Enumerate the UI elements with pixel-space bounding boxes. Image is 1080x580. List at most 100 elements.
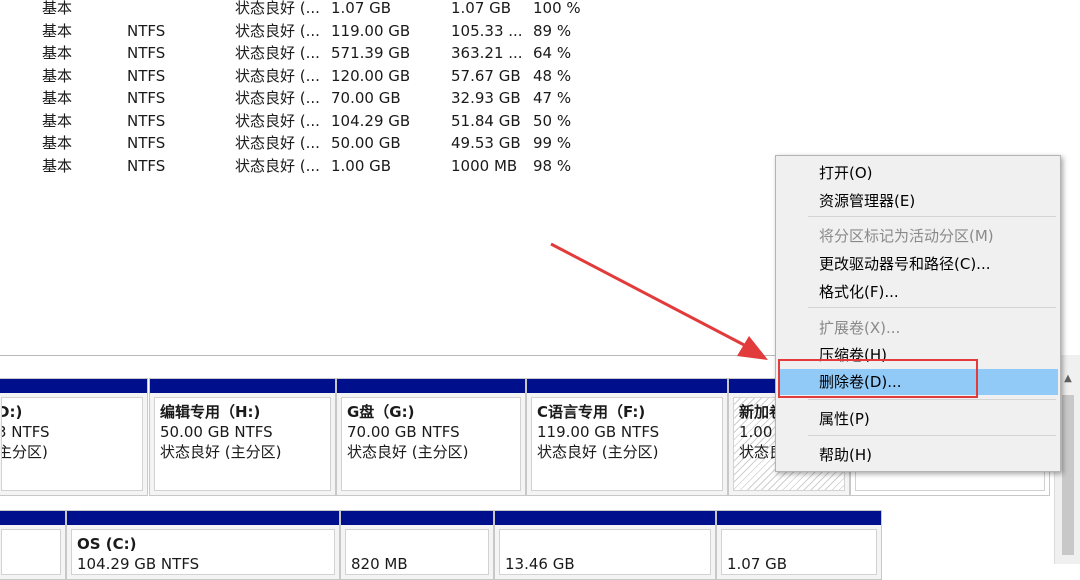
volume-filesystem: NTFS bbox=[127, 44, 166, 62]
scroll-thumb[interactable] bbox=[1062, 395, 1074, 555]
volume-row[interactable]: 基本 NTFS 状态良好 (... 104.29 GB 51.84 GB 50 … bbox=[0, 111, 700, 133]
volume-free-percent: 89 % bbox=[533, 22, 572, 40]
volume-filesystem: NTFS bbox=[127, 22, 166, 40]
volume-row[interactable]: 基本 状态良好 (... 1.07 GB 1.07 GB 100 % bbox=[0, 0, 700, 20]
volume-capacity: 1.07 GB bbox=[331, 0, 392, 17]
menu-item-extend-volume: 扩展卷(X)... bbox=[819, 319, 901, 337]
volume-status: 状态良好 (... bbox=[235, 157, 320, 175]
partition-size: 104.29 GB NTFS bbox=[77, 555, 200, 573]
volume-row[interactable]: 基本 NTFS 状态良好 (... 1.00 GB 1000 MB 98 % bbox=[0, 156, 700, 178]
volume-type: 基本 bbox=[42, 67, 73, 85]
partition-box: OS (C:) 104.29 GB NTFS bbox=[71, 529, 335, 575]
volume-free-percent: 64 % bbox=[533, 44, 572, 62]
volume-status: 状态良好 (... bbox=[235, 134, 320, 152]
volume-row[interactable]: 基本 NTFS 状态良好 (... 70.00 GB 32.93 GB 47 % bbox=[0, 88, 700, 110]
volume-filesystem: NTFS bbox=[127, 89, 166, 107]
partition-size: 3 NTFS bbox=[1, 423, 50, 441]
partition-bar bbox=[495, 511, 715, 525]
partition-g[interactable]: G盘（G:) 70.00 GB NTFS 状态良好 (主分区) bbox=[336, 378, 526, 496]
volume-row[interactable]: 基本 NTFS 状态良好 (... 119.00 GB 105.33 ... 8… bbox=[0, 21, 700, 43]
partition-status: 状态良好 (主分区) bbox=[160, 443, 282, 461]
volume-type: 基本 bbox=[42, 44, 73, 62]
menu-item-help[interactable]: 帮助(H) bbox=[778, 442, 1058, 468]
volume-free-percent: 99 % bbox=[533, 134, 572, 152]
partition-box bbox=[1, 529, 61, 575]
partition-title bbox=[505, 534, 705, 554]
volume-capacity: 104.29 GB bbox=[331, 112, 411, 130]
volume-filesystem: NTFS bbox=[127, 134, 166, 152]
volume-free: 1000 MB bbox=[451, 157, 518, 175]
partition-box: G盘（G:) 70.00 GB NTFS 状态良好 (主分区) bbox=[341, 397, 521, 491]
partition-title: G盘（G:) bbox=[347, 403, 415, 421]
partition-box: C语言专用（F:) 119.00 GB NTFS 状态良好 (主分区) bbox=[531, 397, 723, 491]
volume-free: 51.84 GB bbox=[451, 112, 521, 130]
volume-status: 状态良好 (... bbox=[235, 44, 320, 62]
menu-separator bbox=[808, 435, 1056, 436]
partition-size: 70.00 GB NTFS bbox=[347, 423, 460, 441]
volume-status: 状态良好 (... bbox=[235, 67, 320, 85]
partition-status: 状态良好 (主分区) bbox=[347, 443, 469, 461]
menu-item-shrink-volume[interactable]: 压缩卷(H) bbox=[778, 342, 1058, 368]
volume-free: 32.93 GB bbox=[451, 89, 521, 107]
partition-title: OS (C:) bbox=[77, 535, 137, 553]
volume-free-percent: 100 % bbox=[533, 0, 581, 17]
partition-title bbox=[727, 534, 871, 554]
partition-oem[interactable]: 13.46 GB bbox=[494, 510, 716, 580]
menu-item-delete-volume[interactable]: 删除卷(D)... bbox=[778, 369, 1058, 395]
volume-free: 1.07 GB bbox=[451, 0, 512, 17]
volume-free-percent: 47 % bbox=[533, 89, 572, 107]
volume-type: 基本 bbox=[42, 89, 73, 107]
partition-bar bbox=[67, 511, 339, 525]
partition-bar bbox=[0, 511, 65, 525]
menu-item-properties[interactable]: 属性(P) bbox=[778, 406, 1058, 432]
partition-bar bbox=[0, 379, 147, 393]
volume-type: 基本 bbox=[42, 22, 73, 40]
partition-size: 119.00 GB NTFS bbox=[537, 423, 660, 441]
volume-row[interactable]: 基本 NTFS 状态良好 (... 571.39 GB 363.21 ... 6… bbox=[0, 43, 700, 65]
volume-type: 基本 bbox=[42, 112, 73, 130]
partition-title: 编辑专用（H:) bbox=[160, 403, 261, 421]
context-menu: 打开(O) 资源管理器(E) 将分区标记为活动分区(M) 更改驱动器号和路径(C… bbox=[775, 155, 1061, 472]
partition-box: 1.07 GB bbox=[721, 529, 877, 575]
volume-type: 基本 bbox=[42, 134, 73, 152]
partition-d[interactable]: D:) 3 NTFS 主分区) bbox=[0, 378, 148, 496]
menu-separator bbox=[808, 216, 1056, 217]
volume-capacity: 70.00 GB bbox=[331, 89, 401, 107]
volume-free: 363.21 ... bbox=[451, 44, 523, 62]
volume-free-percent: 98 % bbox=[533, 157, 572, 175]
volume-row[interactable]: 基本 NTFS 状态良好 (... 120.00 GB 57.67 GB 48 … bbox=[0, 66, 700, 88]
volume-free: 57.67 GB bbox=[451, 67, 521, 85]
partition-last[interactable]: 1.07 GB bbox=[716, 510, 882, 580]
volume-status: 状态良好 (... bbox=[235, 0, 320, 17]
partition-system[interactable]: 820 MB bbox=[340, 510, 494, 580]
volume-row[interactable]: 基本 NTFS 状态良好 (... 50.00 GB 49.53 GB 99 % bbox=[0, 133, 700, 155]
partition-bar bbox=[527, 379, 727, 393]
volume-capacity: 120.00 GB bbox=[331, 67, 411, 85]
menu-item-format[interactable]: 格式化(F)... bbox=[778, 279, 1058, 305]
volume-capacity: 50.00 GB bbox=[331, 134, 401, 152]
volume-type: 基本 bbox=[42, 157, 73, 175]
volume-status: 状态良好 (... bbox=[235, 89, 320, 107]
partition-f[interactable]: C语言专用（F:) 119.00 GB NTFS 状态良好 (主分区) bbox=[526, 378, 728, 496]
partition-status: 状态良好 (主分区) bbox=[537, 443, 659, 461]
partition-size: 13.46 GB bbox=[505, 555, 575, 573]
volume-free: 105.33 ... bbox=[451, 22, 523, 40]
menu-item-change-drive-letter[interactable]: 更改驱动器号和路径(C)... bbox=[778, 251, 1058, 277]
volume-free-percent: 48 % bbox=[533, 67, 572, 85]
volume-type: 基本 bbox=[42, 0, 73, 17]
partition-status: 主分区) bbox=[1, 443, 48, 461]
partition-bar bbox=[337, 379, 525, 393]
partition-recovery[interactable] bbox=[0, 510, 66, 580]
partition-h[interactable]: 编辑专用（H:) 50.00 GB NTFS 状态良好 (主分区) bbox=[149, 378, 336, 496]
partition-bar bbox=[717, 511, 881, 525]
volume-free-percent: 50 % bbox=[533, 112, 572, 130]
volume-filesystem: NTFS bbox=[127, 67, 166, 85]
partition-c[interactable]: OS (C:) 104.29 GB NTFS bbox=[66, 510, 340, 580]
volume-capacity: 119.00 GB bbox=[331, 22, 411, 40]
partition-size: 1.07 GB bbox=[727, 555, 788, 573]
menu-separator bbox=[808, 307, 1056, 308]
menu-item-mark-active: 将分区标记为活动分区(M) bbox=[819, 227, 994, 245]
menu-item-explorer[interactable]: 资源管理器(E) bbox=[778, 188, 1058, 214]
menu-item-open[interactable]: 打开(O) bbox=[778, 160, 1058, 186]
partition-box: 820 MB bbox=[345, 529, 489, 575]
